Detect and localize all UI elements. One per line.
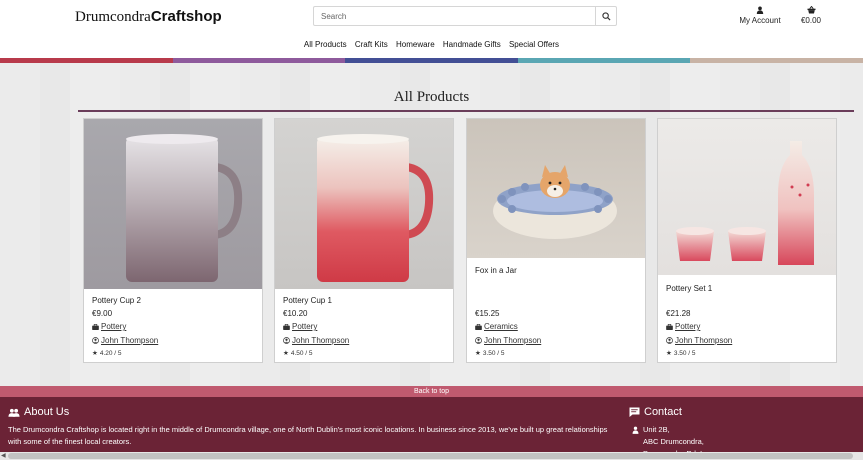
search-bar	[313, 6, 617, 26]
product-maker: John Thompson	[475, 336, 541, 345]
category-link[interactable]: Pottery	[292, 322, 317, 331]
about-text: The Drumcondra Craftshop is located righ…	[8, 425, 608, 446]
horizontal-scrollbar[interactable]: ◀	[0, 452, 863, 460]
basket-link[interactable]: €0.00	[781, 6, 841, 25]
main-content: All Products Pottery Cup 2 €9.00 Pottery	[0, 63, 863, 386]
my-account-label: My Account	[739, 16, 781, 25]
user-circle-icon	[666, 337, 673, 344]
product-name[interactable]: Pottery Cup 2	[92, 296, 141, 305]
back-to-top-button[interactable]: Back to top	[0, 386, 863, 397]
scrollbar-thumb[interactable]	[8, 453, 853, 459]
product-price: €21.28	[666, 309, 691, 318]
maker-link[interactable]: John Thompson	[101, 336, 158, 345]
nav-item-craft-kits[interactable]: Craft Kits	[355, 40, 388, 49]
star-icon: ★	[283, 350, 289, 357]
category-link[interactable]: Ceramics	[484, 322, 518, 331]
product-card[interactable]: Fox in a Jar €15.25 Ceramics John Thomps…	[466, 118, 646, 363]
product-rating: ★ 4.50 / 5	[283, 349, 313, 358]
about-heading-text: About Us	[24, 406, 70, 418]
user-icon	[756, 6, 764, 14]
logo-text-part1: Drumcondra	[75, 9, 151, 25]
product-name[interactable]: Fox in a Jar	[475, 266, 517, 275]
maker-link[interactable]: John Thompson	[675, 336, 732, 345]
product-rating: ★ 3.50 / 5	[475, 349, 505, 358]
search-button[interactable]	[595, 7, 616, 25]
scroll-left-arrow-icon[interactable]: ◀	[1, 452, 6, 459]
category-link[interactable]: Pottery	[675, 322, 700, 331]
product-card[interactable]: Pottery Set 1 €21.28 Pottery John Thomps…	[657, 118, 837, 363]
product-name[interactable]: Pottery Set 1	[666, 284, 712, 293]
nav-item-all-products[interactable]: All Products	[304, 40, 347, 49]
briefcase-icon	[475, 323, 482, 330]
user-circle-icon	[283, 337, 290, 344]
product-image[interactable]	[84, 119, 262, 289]
user-circle-icon	[475, 337, 482, 344]
product-category: Pottery	[92, 322, 126, 331]
address-line: ABC Drumcondra,	[643, 437, 704, 446]
product-card[interactable]: Pottery Cup 2 €9.00 Pottery John Thompso…	[83, 118, 263, 363]
mug-illustration	[317, 134, 434, 282]
star-icon: ★	[666, 350, 672, 357]
search-input[interactable]	[314, 7, 595, 25]
user-circle-icon	[92, 337, 99, 344]
product-rating: ★ 4.20 / 5	[92, 349, 122, 358]
product-image[interactable]	[467, 119, 645, 258]
contact-heading-text: Contact	[644, 406, 682, 418]
users-icon	[8, 408, 20, 417]
mug-illustration	[126, 134, 243, 282]
shopping-basket-icon	[807, 6, 815, 14]
briefcase-icon	[92, 323, 99, 330]
rating-value: 4.20 / 5	[99, 349, 122, 357]
product-price: €9.00	[92, 309, 113, 318]
product-card[interactable]: Pottery Cup 1 €10.20 Pottery John Thomps…	[274, 118, 454, 363]
maker-link[interactable]: John Thompson	[484, 336, 541, 345]
briefcase-icon	[666, 323, 673, 330]
title-divider	[78, 110, 854, 112]
main-nav: All Products Craft Kits Homeware Handmad…	[0, 40, 863, 49]
product-category: Pottery	[666, 322, 700, 331]
product-image[interactable]	[658, 119, 836, 275]
rating-value: 4.50 / 5	[290, 349, 313, 357]
basket-total: €0.00	[800, 16, 822, 25]
star-icon: ★	[475, 350, 481, 357]
search-icon	[601, 11, 611, 21]
rating-value: 3.50 / 5	[673, 349, 696, 357]
maker-link[interactable]: John Thompson	[292, 336, 349, 345]
site-logo[interactable]: DrumcondraCraftshop	[75, 8, 222, 26]
product-maker: John Thompson	[92, 336, 158, 345]
nav-item-special-offers[interactable]: Special Offers	[509, 40, 559, 49]
site-footer: About Us The Drumcondra Craftshop is loc…	[0, 397, 863, 460]
pottery-set-illustration	[676, 141, 814, 265]
logo-text-part2: Craftshop	[150, 8, 222, 25]
page-title: All Products	[393, 89, 470, 105]
fox-bowl-illustration	[493, 165, 617, 239]
comment-icon	[629, 407, 640, 417]
nav-item-handmade-gifts[interactable]: Handmade Gifts	[443, 40, 501, 49]
product-category: Pottery	[283, 322, 317, 331]
category-link[interactable]: Pottery	[101, 322, 126, 331]
product-maker: John Thompson	[283, 336, 349, 345]
about-heading: About Us	[8, 406, 69, 418]
contact-heading: Contact	[629, 406, 682, 418]
product-category: Ceramics	[475, 322, 518, 331]
briefcase-icon	[283, 323, 290, 330]
star-icon: ★	[92, 350, 98, 357]
rating-value: 3.50 / 5	[482, 349, 505, 357]
site-header: DrumcondraCraftshop My Account €0.00 All…	[0, 0, 863, 58]
nav-item-homeware[interactable]: Homeware	[396, 40, 435, 49]
product-price: €10.20	[283, 309, 308, 318]
product-rating: ★ 3.50 / 5	[666, 349, 696, 358]
user-icon	[632, 426, 639, 434]
product-price: €15.25	[475, 309, 500, 318]
product-name[interactable]: Pottery Cup 1	[283, 296, 332, 305]
product-image[interactable]	[275, 119, 453, 289]
address-line: Unit 2B,	[643, 425, 670, 434]
product-maker: John Thompson	[666, 336, 732, 345]
